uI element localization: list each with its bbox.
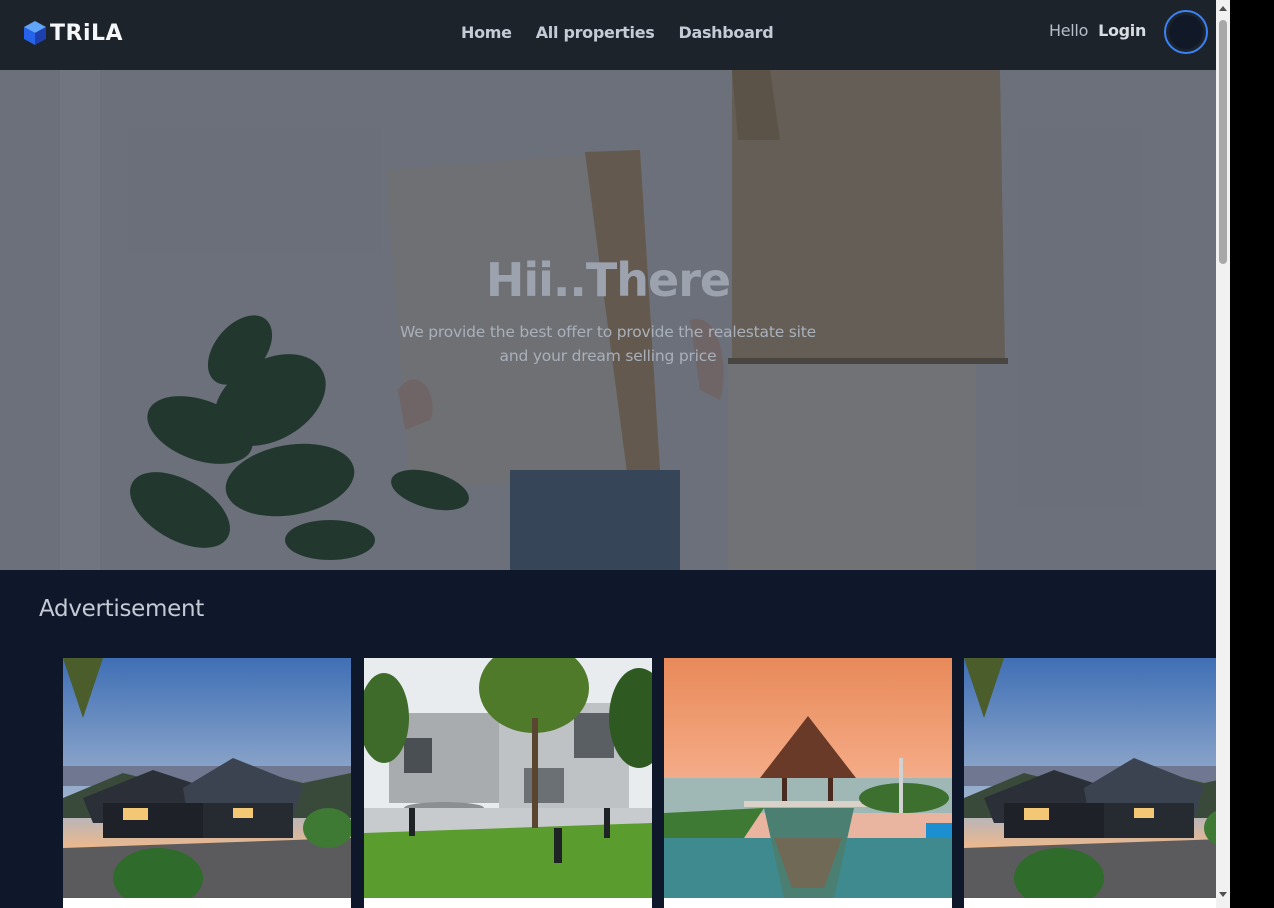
hero-banner: Hii..There We provide the best offer to … (0, 70, 1216, 570)
cube-icon (24, 21, 46, 45)
modern-concrete-house-photo (364, 658, 652, 898)
brand-name: TRiLA (50, 20, 124, 46)
scroll-down-arrow-icon[interactable] (1219, 892, 1227, 897)
login-link[interactable]: Login (1098, 21, 1146, 40)
hero-title: Hii..There (485, 253, 731, 307)
ad-card[interactable] (664, 658, 952, 908)
nav-dashboard-link[interactable]: Dashboard (666, 21, 785, 44)
greeting-text: Hello (1049, 21, 1089, 40)
scroll-thumb[interactable] (1219, 20, 1227, 264)
ad-card[interactable] (63, 658, 351, 908)
nav-home-link[interactable]: Home (449, 21, 524, 44)
ad-card[interactable] (364, 658, 652, 908)
ad-card[interactable] (964, 658, 1216, 908)
brand-logo[interactable]: TRiLA (23, 19, 123, 47)
main-nav: Home All properties Dashboard (449, 21, 785, 44)
house-dusk-photo (964, 658, 1216, 898)
avatar[interactable] (1164, 10, 1208, 54)
scroll-up-arrow-icon[interactable] (1219, 6, 1227, 11)
house-dusk-photo (63, 658, 351, 898)
sunset-pool-gazebo-photo (664, 658, 952, 898)
hero-subtitle: We provide the best offer to provide the… (400, 323, 816, 365)
vertical-scrollbar[interactable] (1216, 0, 1230, 908)
advertisement-heading: Advertisement (39, 596, 204, 622)
nav-all-properties-link[interactable]: All properties (524, 21, 667, 44)
navbar: TRiLA Home All properties Dashboard Hell… (0, 0, 1216, 70)
user-area: Hello Login (1049, 21, 1146, 40)
page: TRiLA Home All properties Dashboard Hell… (0, 0, 1216, 908)
